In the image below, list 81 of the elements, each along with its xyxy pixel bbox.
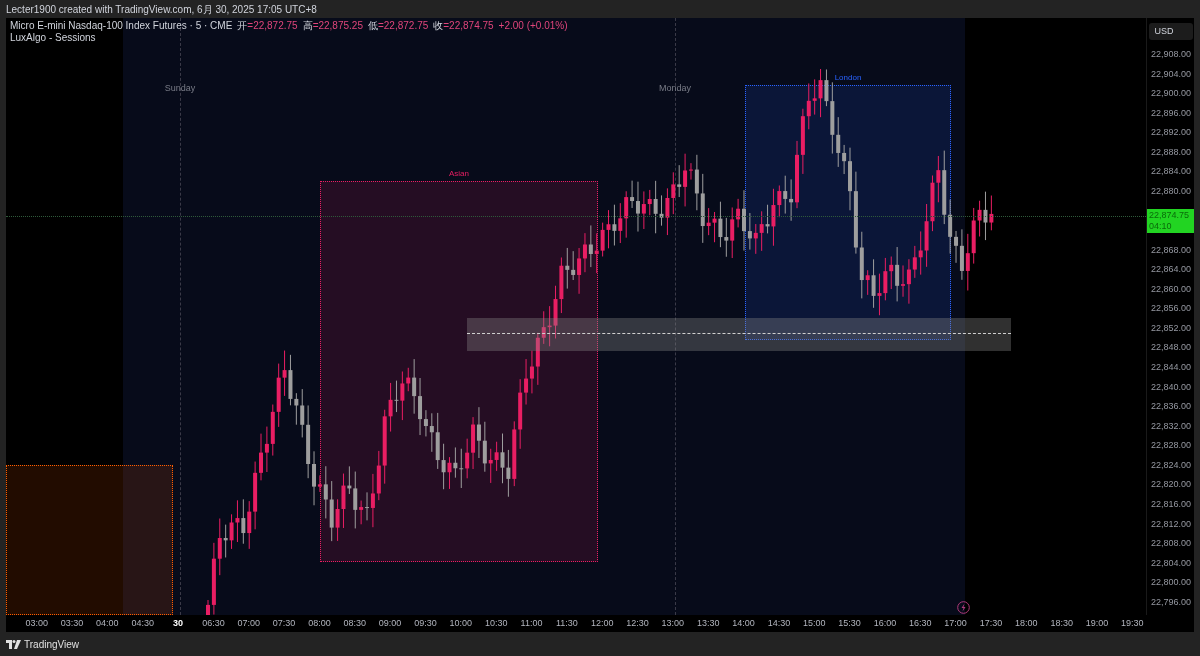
time-label: 17:00 bbox=[943, 616, 968, 630]
time-label: 06:30 bbox=[201, 616, 226, 630]
price-tick: 22,892.00 bbox=[1150, 126, 1191, 140]
time-label: 04:30 bbox=[130, 616, 155, 630]
time-label: 30 bbox=[172, 616, 185, 630]
lightning-icon bbox=[957, 601, 970, 614]
chart-credit: Lecter1900 created with TradingView.com, 6月 30, 2025 17:05 UTC+8 bbox=[6, 2, 317, 17]
time-label: 07:00 bbox=[236, 616, 261, 630]
ohlc-label: 开 bbox=[237, 20, 248, 32]
session-label: Asian bbox=[449, 168, 469, 180]
time-label: 15:30 bbox=[837, 616, 862, 630]
time-label: 10:30 bbox=[483, 616, 509, 630]
price-tick: 22,880.00 bbox=[1150, 184, 1191, 198]
time-label: 16:30 bbox=[908, 616, 933, 630]
price-tick: 22,800.00 bbox=[1150, 576, 1191, 590]
time-label: 13:30 bbox=[695, 616, 721, 630]
ohlc-value: =22,872.75 bbox=[247, 20, 298, 32]
bar-countdown: 04:10 bbox=[1149, 221, 1173, 233]
price-tick: 22,884.00 bbox=[1150, 165, 1191, 179]
time-label: 14:00 bbox=[731, 616, 756, 630]
day-label: Sunday bbox=[164, 82, 196, 95]
time-label: 09:00 bbox=[377, 616, 403, 630]
time-label: 19:30 bbox=[1120, 616, 1145, 630]
price-tick: 22,840.00 bbox=[1150, 380, 1191, 394]
price-change: +2.00 (+0.01%) bbox=[498, 20, 568, 32]
time-label: 13:00 bbox=[660, 616, 686, 630]
price-tick: 22,904.00 bbox=[1150, 67, 1191, 81]
time-label: 18:30 bbox=[1049, 616, 1074, 630]
price-tick: 22,816.00 bbox=[1150, 497, 1191, 511]
ohlc-label: 收 bbox=[433, 20, 444, 32]
price-tick: 22,848.00 bbox=[1150, 341, 1191, 355]
time-label: 14:30 bbox=[766, 616, 792, 630]
ohlc-value: =22,872.75 bbox=[377, 20, 429, 32]
time-label: 09:30 bbox=[413, 616, 438, 630]
price-tick: 22,844.00 bbox=[1150, 361, 1191, 375]
indicator-name: LuxAlgo - Sessions bbox=[10, 32, 97, 44]
symbol-title: Micro E-mini Nasdaq-100 Index Futures · 5 · CME bbox=[10, 20, 233, 32]
currency-button[interactable]: USD bbox=[1148, 22, 1193, 41]
price-tick: 22,852.00 bbox=[1150, 321, 1191, 335]
price-tick: 22,824.00 bbox=[1150, 458, 1191, 472]
time-label: 17:30 bbox=[978, 616, 1004, 630]
time-label: 11:00 bbox=[519, 616, 544, 630]
day-label: Monday bbox=[659, 82, 691, 95]
price-tick: 22,796.00 bbox=[1150, 595, 1191, 609]
price-tick: 22,864.00 bbox=[1150, 263, 1191, 277]
session-label: London bbox=[834, 72, 862, 84]
ohlc-label: 低 bbox=[367, 20, 378, 32]
time-label: 08:30 bbox=[342, 616, 368, 630]
time-label: 08:00 bbox=[307, 616, 332, 630]
price-tick: 22,888.00 bbox=[1150, 145, 1191, 159]
time-label: 19:00 bbox=[1084, 616, 1110, 630]
time-label: 12:30 bbox=[625, 616, 650, 630]
brand-name: TradingView bbox=[24, 637, 80, 652]
time-label: 12:00 bbox=[589, 616, 615, 630]
time-label: 03:30 bbox=[59, 616, 85, 630]
time-label: 15:00 bbox=[801, 616, 827, 630]
ohlc-value: =22,875.25 bbox=[312, 20, 363, 32]
price-tick: 22,900.00 bbox=[1150, 87, 1191, 101]
current-price: 22,874.75 bbox=[1149, 210, 1191, 222]
logo-icon bbox=[6, 639, 21, 649]
time-label: 11:30 bbox=[554, 616, 579, 630]
price-tick: 22,828.00 bbox=[1150, 439, 1191, 453]
ohlc-label: 高 bbox=[302, 20, 313, 32]
price-tick: 22,832.00 bbox=[1150, 419, 1191, 433]
price-tick: 22,868.00 bbox=[1150, 243, 1191, 257]
price-tick: 22,804.00 bbox=[1150, 556, 1191, 570]
price-tick: 22,808.00 bbox=[1150, 537, 1191, 551]
price-tick: 22,860.00 bbox=[1150, 282, 1191, 296]
time-label: 04:00 bbox=[95, 616, 120, 630]
price-tick: 22,812.00 bbox=[1150, 517, 1191, 531]
time-label: 03:00 bbox=[24, 616, 49, 630]
time-label: 07:30 bbox=[271, 616, 297, 630]
time-label: 18:00 bbox=[1014, 616, 1039, 630]
price-tick: 22,896.00 bbox=[1150, 106, 1191, 120]
price-tick: 22,836.00 bbox=[1150, 400, 1191, 414]
time-label: 16:00 bbox=[872, 616, 898, 630]
time-label: 10:00 bbox=[448, 616, 474, 630]
ohlc-value: =22,874.75 bbox=[443, 20, 494, 32]
price-tick: 22,820.00 bbox=[1150, 478, 1191, 492]
price-tick: 22,908.00 bbox=[1150, 48, 1191, 62]
price-tick: 22,856.00 bbox=[1150, 302, 1191, 316]
